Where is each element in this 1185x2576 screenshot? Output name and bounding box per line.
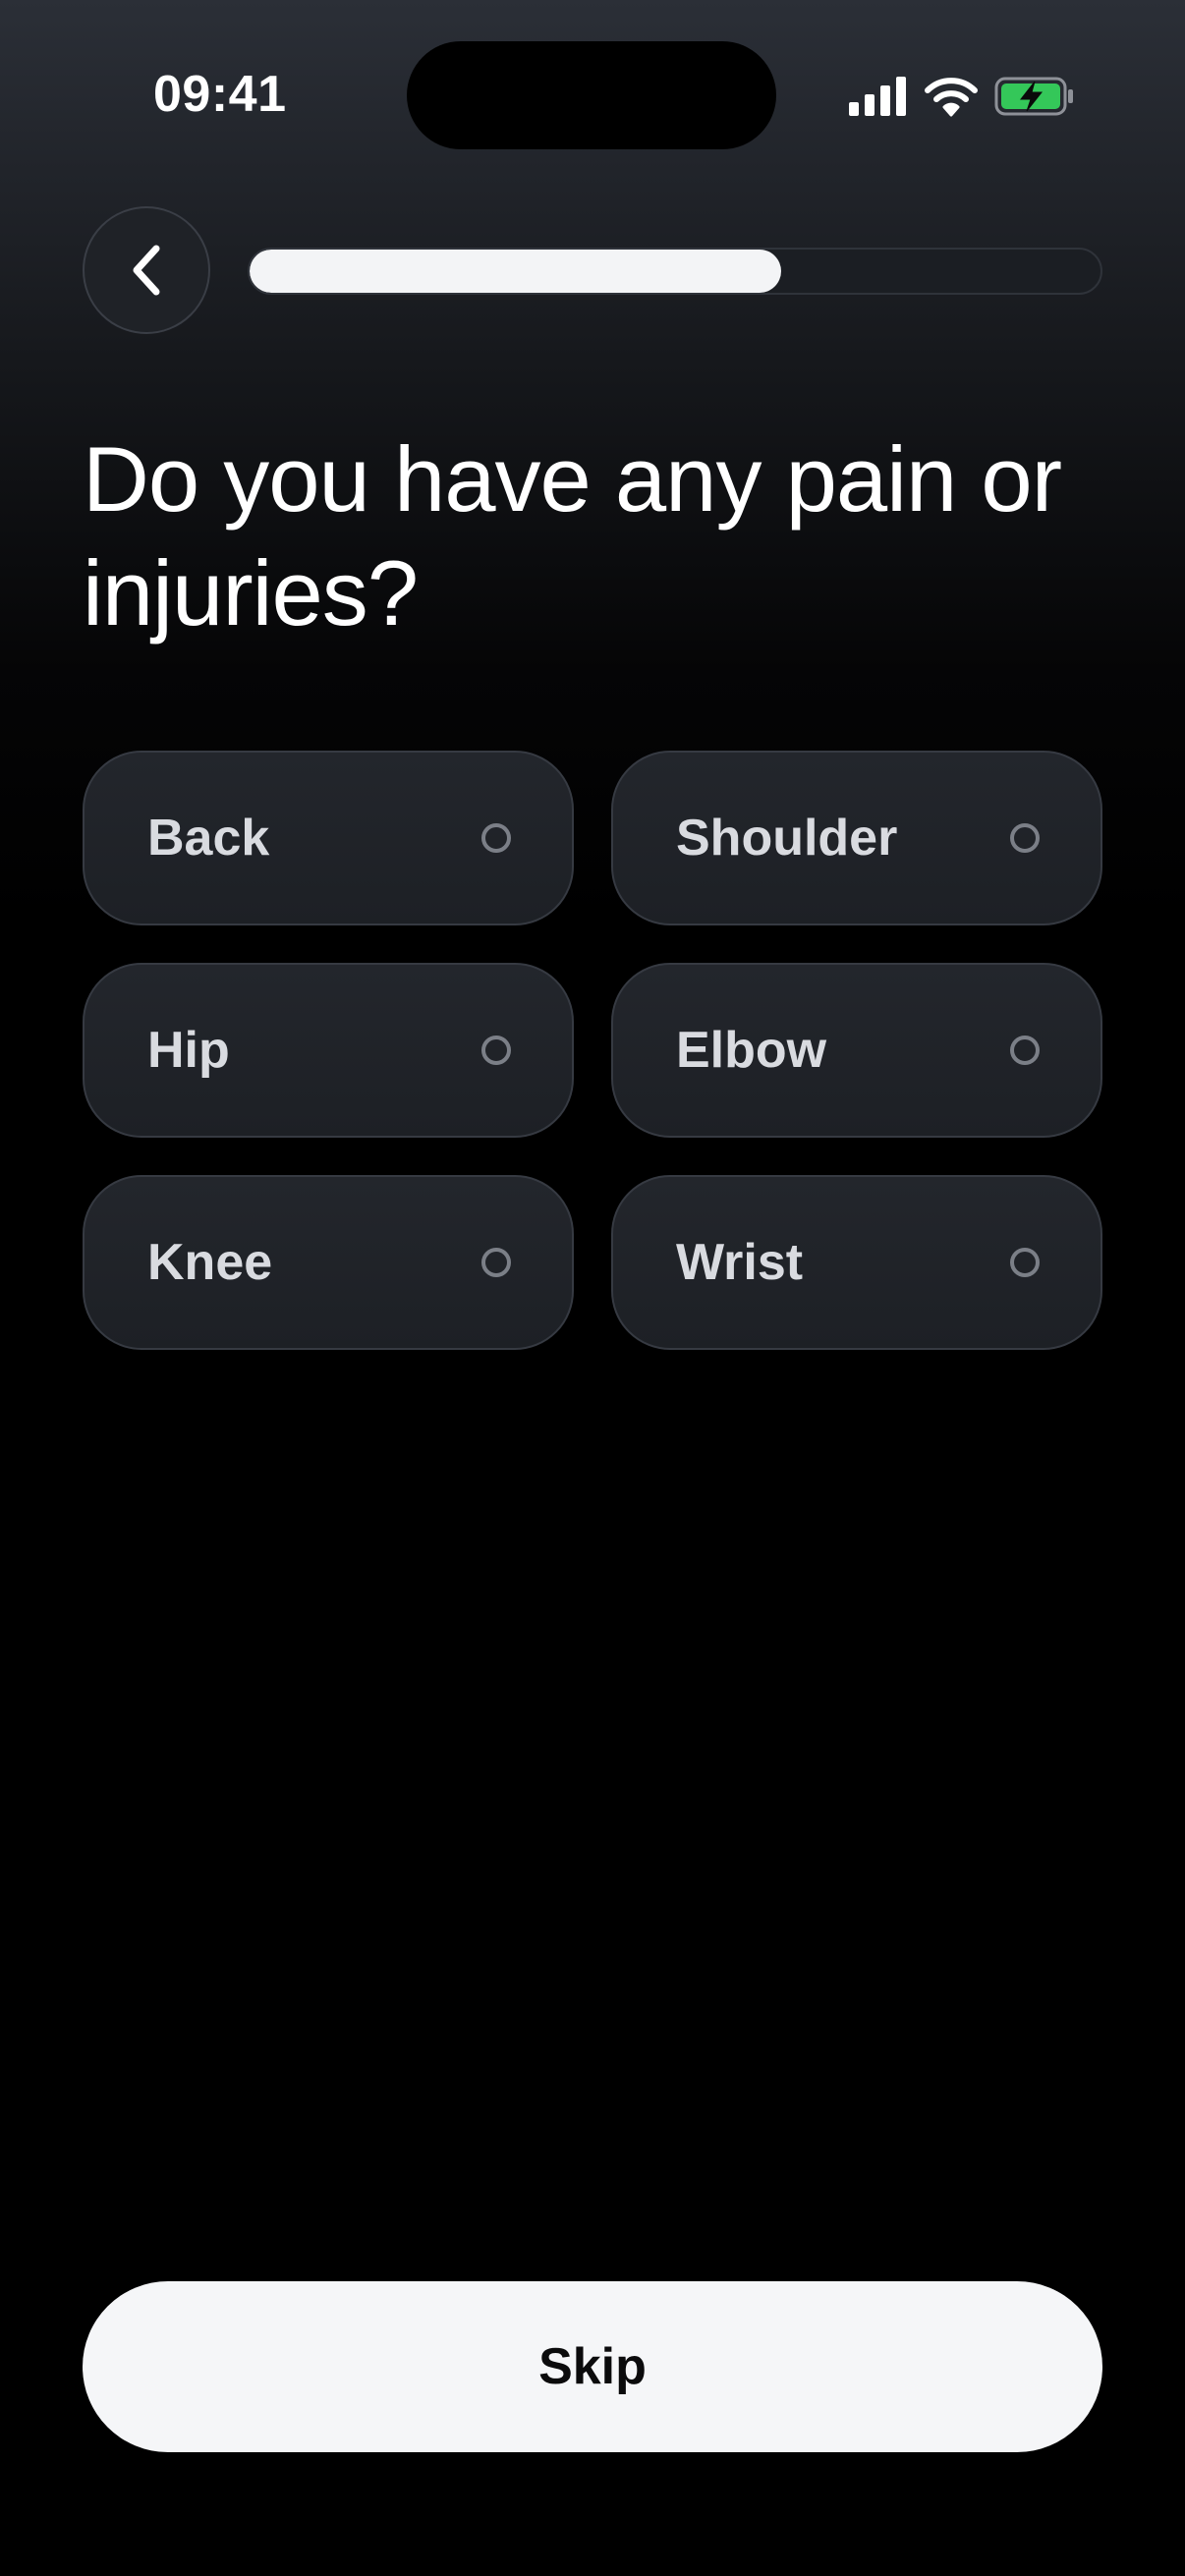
progress-fill	[250, 250, 782, 293]
chevron-left-icon	[133, 245, 160, 296]
option-knee[interactable]: Knee	[83, 1175, 574, 1350]
option-label: Hip	[147, 1022, 230, 1079]
skip-button[interactable]: Skip	[83, 2281, 1102, 2452]
dynamic-island	[407, 41, 776, 149]
radio-icon	[481, 1248, 511, 1277]
option-hip[interactable]: Hip	[83, 963, 574, 1138]
option-back[interactable]: Back	[83, 751, 574, 925]
page-title: Do you have any pain or injuries?	[83, 427, 1062, 644]
option-wrist[interactable]: Wrist	[611, 1175, 1102, 1350]
onboarding-screen: 09:41 Do you have any pain or injuries?	[0, 0, 1185, 2576]
cellular-signal-icon	[849, 77, 906, 116]
option-label: Wrist	[676, 1234, 804, 1291]
option-label: Knee	[147, 1234, 273, 1291]
option-label: Elbow	[676, 1022, 827, 1079]
option-shoulder[interactable]: Shoulder	[611, 751, 1102, 925]
radio-icon	[1010, 823, 1040, 853]
status-time: 09:41	[153, 66, 287, 123]
radio-icon	[1010, 1248, 1040, 1277]
option-elbow[interactable]: Elbow	[611, 963, 1102, 1138]
radio-icon	[481, 1036, 511, 1065]
options-grid: Back Shoulder Hip Elbow Knee Wrist	[83, 751, 1102, 1350]
battery-charging-icon	[994, 77, 1073, 116]
option-label: Back	[147, 810, 270, 867]
radio-icon	[1010, 1036, 1040, 1065]
wifi-icon	[925, 78, 978, 117]
option-label: Shoulder	[676, 810, 898, 867]
radio-icon	[481, 823, 511, 853]
status-icons	[849, 71, 1075, 122]
skip-label: Skip	[538, 2338, 647, 2395]
back-button[interactable]	[83, 206, 210, 334]
progress-bar	[248, 248, 1102, 295]
